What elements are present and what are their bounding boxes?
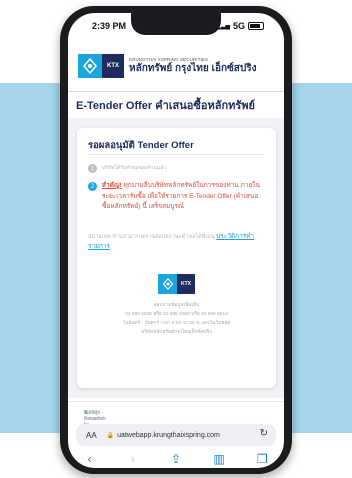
note-message: หมายเหตุ ท่านสามารถตรวจสอบสถานะคำขอได้ที… [88, 234, 215, 240]
krungthai-logo-icon [78, 54, 102, 78]
signal-icon: ▂▃▅ [216, 23, 230, 30]
krungthai-small-logo-icon [158, 274, 177, 294]
footer-suffix: Spring Securities [84, 410, 106, 422]
battery-icon [248, 22, 264, 30]
reader-settings-button[interactable]: AA [86, 431, 97, 440]
status-card: รอผลอนุมัติ Tender Offer 1 บริษัทได้รับค… [77, 128, 276, 388]
page-title: E-Tender Offer คำเสนอซื้อหลักทรัพย์ [76, 100, 255, 112]
address-bar[interactable]: AA 🔒 uatwebapp.krungthaixspring.com ↻ [76, 424, 276, 446]
important-label: สำคัญ! [102, 182, 122, 189]
url-text[interactable]: uatwebapp.krungthaixspring.com [117, 432, 220, 439]
status-time: 2:39 PM [92, 21, 127, 31]
phone-screen: 2:39 PM ▂▃▅ 5G KTX KRUNGTHAI XSPRING SEC… [68, 13, 284, 468]
tabs-icon[interactable]: ❐ [252, 452, 272, 466]
step-received: 1 บริษัทได้รับคำขอของท่านแล้ว [88, 163, 266, 174]
step-important: 2 สำคัญ! ทุกบามลีบบริษัทหลักทรัพย์ในการข… [88, 181, 266, 213]
step-number-1: 1 [88, 164, 97, 173]
note-text: หมายเหตุ ท่านสามารถตรวจสอบสถานะคำขอได้ที… [88, 232, 263, 252]
brand-name-en: KRUNGTHAI XSPRING SECURITIES [129, 56, 209, 62]
contact-info: สอบถามข้อมูลเพิ่มเติม 02 695 5036 หรือ 0… [77, 301, 276, 337]
network-label: 5G [232, 21, 245, 31]
ktx-logo: KTX [102, 54, 124, 78]
reload-icon[interactable]: ↻ [260, 428, 268, 439]
important-message: ทุกบามลีบบริษัทหลักทรัพย์ในการของท่าน ภา… [102, 182, 260, 210]
status-indicators: ▂▃▅ 5G [216, 21, 264, 31]
chevron-right-icon[interactable]: › [123, 452, 143, 466]
card-title: รอผลอนุมัติ Tender Offer [88, 140, 194, 151]
step-received-text: บริษัทได้รับคำขอของท่านแล้ว [102, 165, 167, 171]
page-title-bar: E-Tender Offer คำเสนอซื้อหลักทรัพย์ [68, 91, 284, 119]
brand-header[interactable]: KTX KRUNGTHAI XSPRING SECURITIES หลักทรั… [68, 49, 284, 83]
contact-heading: สอบถามข้อมูลเพิ่มเติม [153, 303, 200, 308]
contact-hours: วันจันทร์ - วันศุกร์ เวลา 8:00-17:00 น. … [122, 321, 231, 326]
brand-name: KRUNGTHAI XSPRING SECURITIES หลักทรัพย์ … [129, 56, 257, 75]
book-icon[interactable]: ▥ [209, 452, 229, 466]
browser-toolbar: ‹ › ⇪ ▥ ❐ [68, 450, 284, 468]
lock-icon: 🔒 [106, 432, 115, 439]
brand-name-th: หลักทรัพย์ กรุงไทย เอ็กซ์สปริง [129, 63, 257, 75]
page-footer: © 2024 - Powered by Krungthai XSpring Se… [68, 401, 284, 434]
contact-company: บริษัทหลักทรัพย์กรุงไทยเอ็กซ์สปริง [141, 330, 212, 335]
card-divider [88, 154, 264, 155]
step-number-2: 2 [88, 182, 97, 191]
chevron-left-icon[interactable]: ‹ [80, 452, 100, 466]
status-bar: 2:39 PM ▂▃▅ 5G [68, 19, 284, 35]
ktx-small-logo: KTX [177, 274, 195, 294]
share-icon[interactable]: ⇪ [166, 452, 186, 466]
step-important-text: สำคัญ! ทุกบามลีบบริษัทหลักทรัพย์ในการของ… [102, 181, 266, 213]
contact-phones[interactable]: 02 695 5036 หรือ 02 695 5056 หรือ 02 695… [77, 310, 276, 319]
footer-logos: KTX [158, 274, 195, 294]
